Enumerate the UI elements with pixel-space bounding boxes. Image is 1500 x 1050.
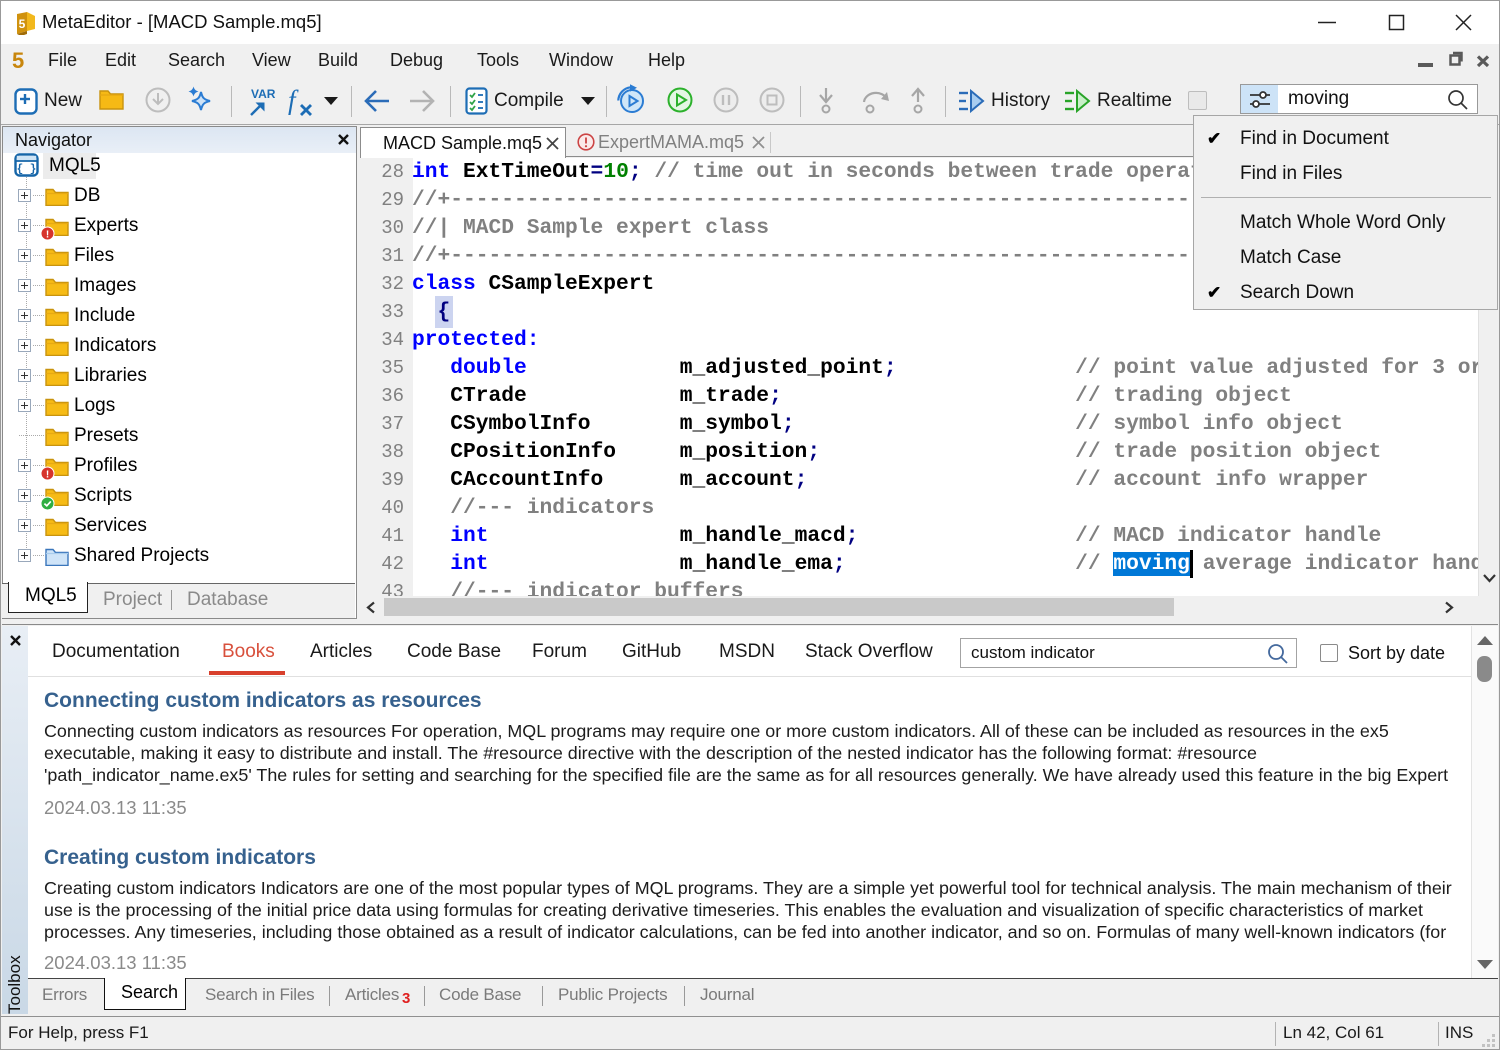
svg-text:VAR: VAR bbox=[251, 87, 276, 101]
svg-text:!: ! bbox=[46, 469, 49, 480]
svg-text:!: ! bbox=[46, 229, 49, 240]
svg-text:5: 5 bbox=[19, 17, 26, 31]
svg-text:f: f bbox=[288, 86, 299, 115]
